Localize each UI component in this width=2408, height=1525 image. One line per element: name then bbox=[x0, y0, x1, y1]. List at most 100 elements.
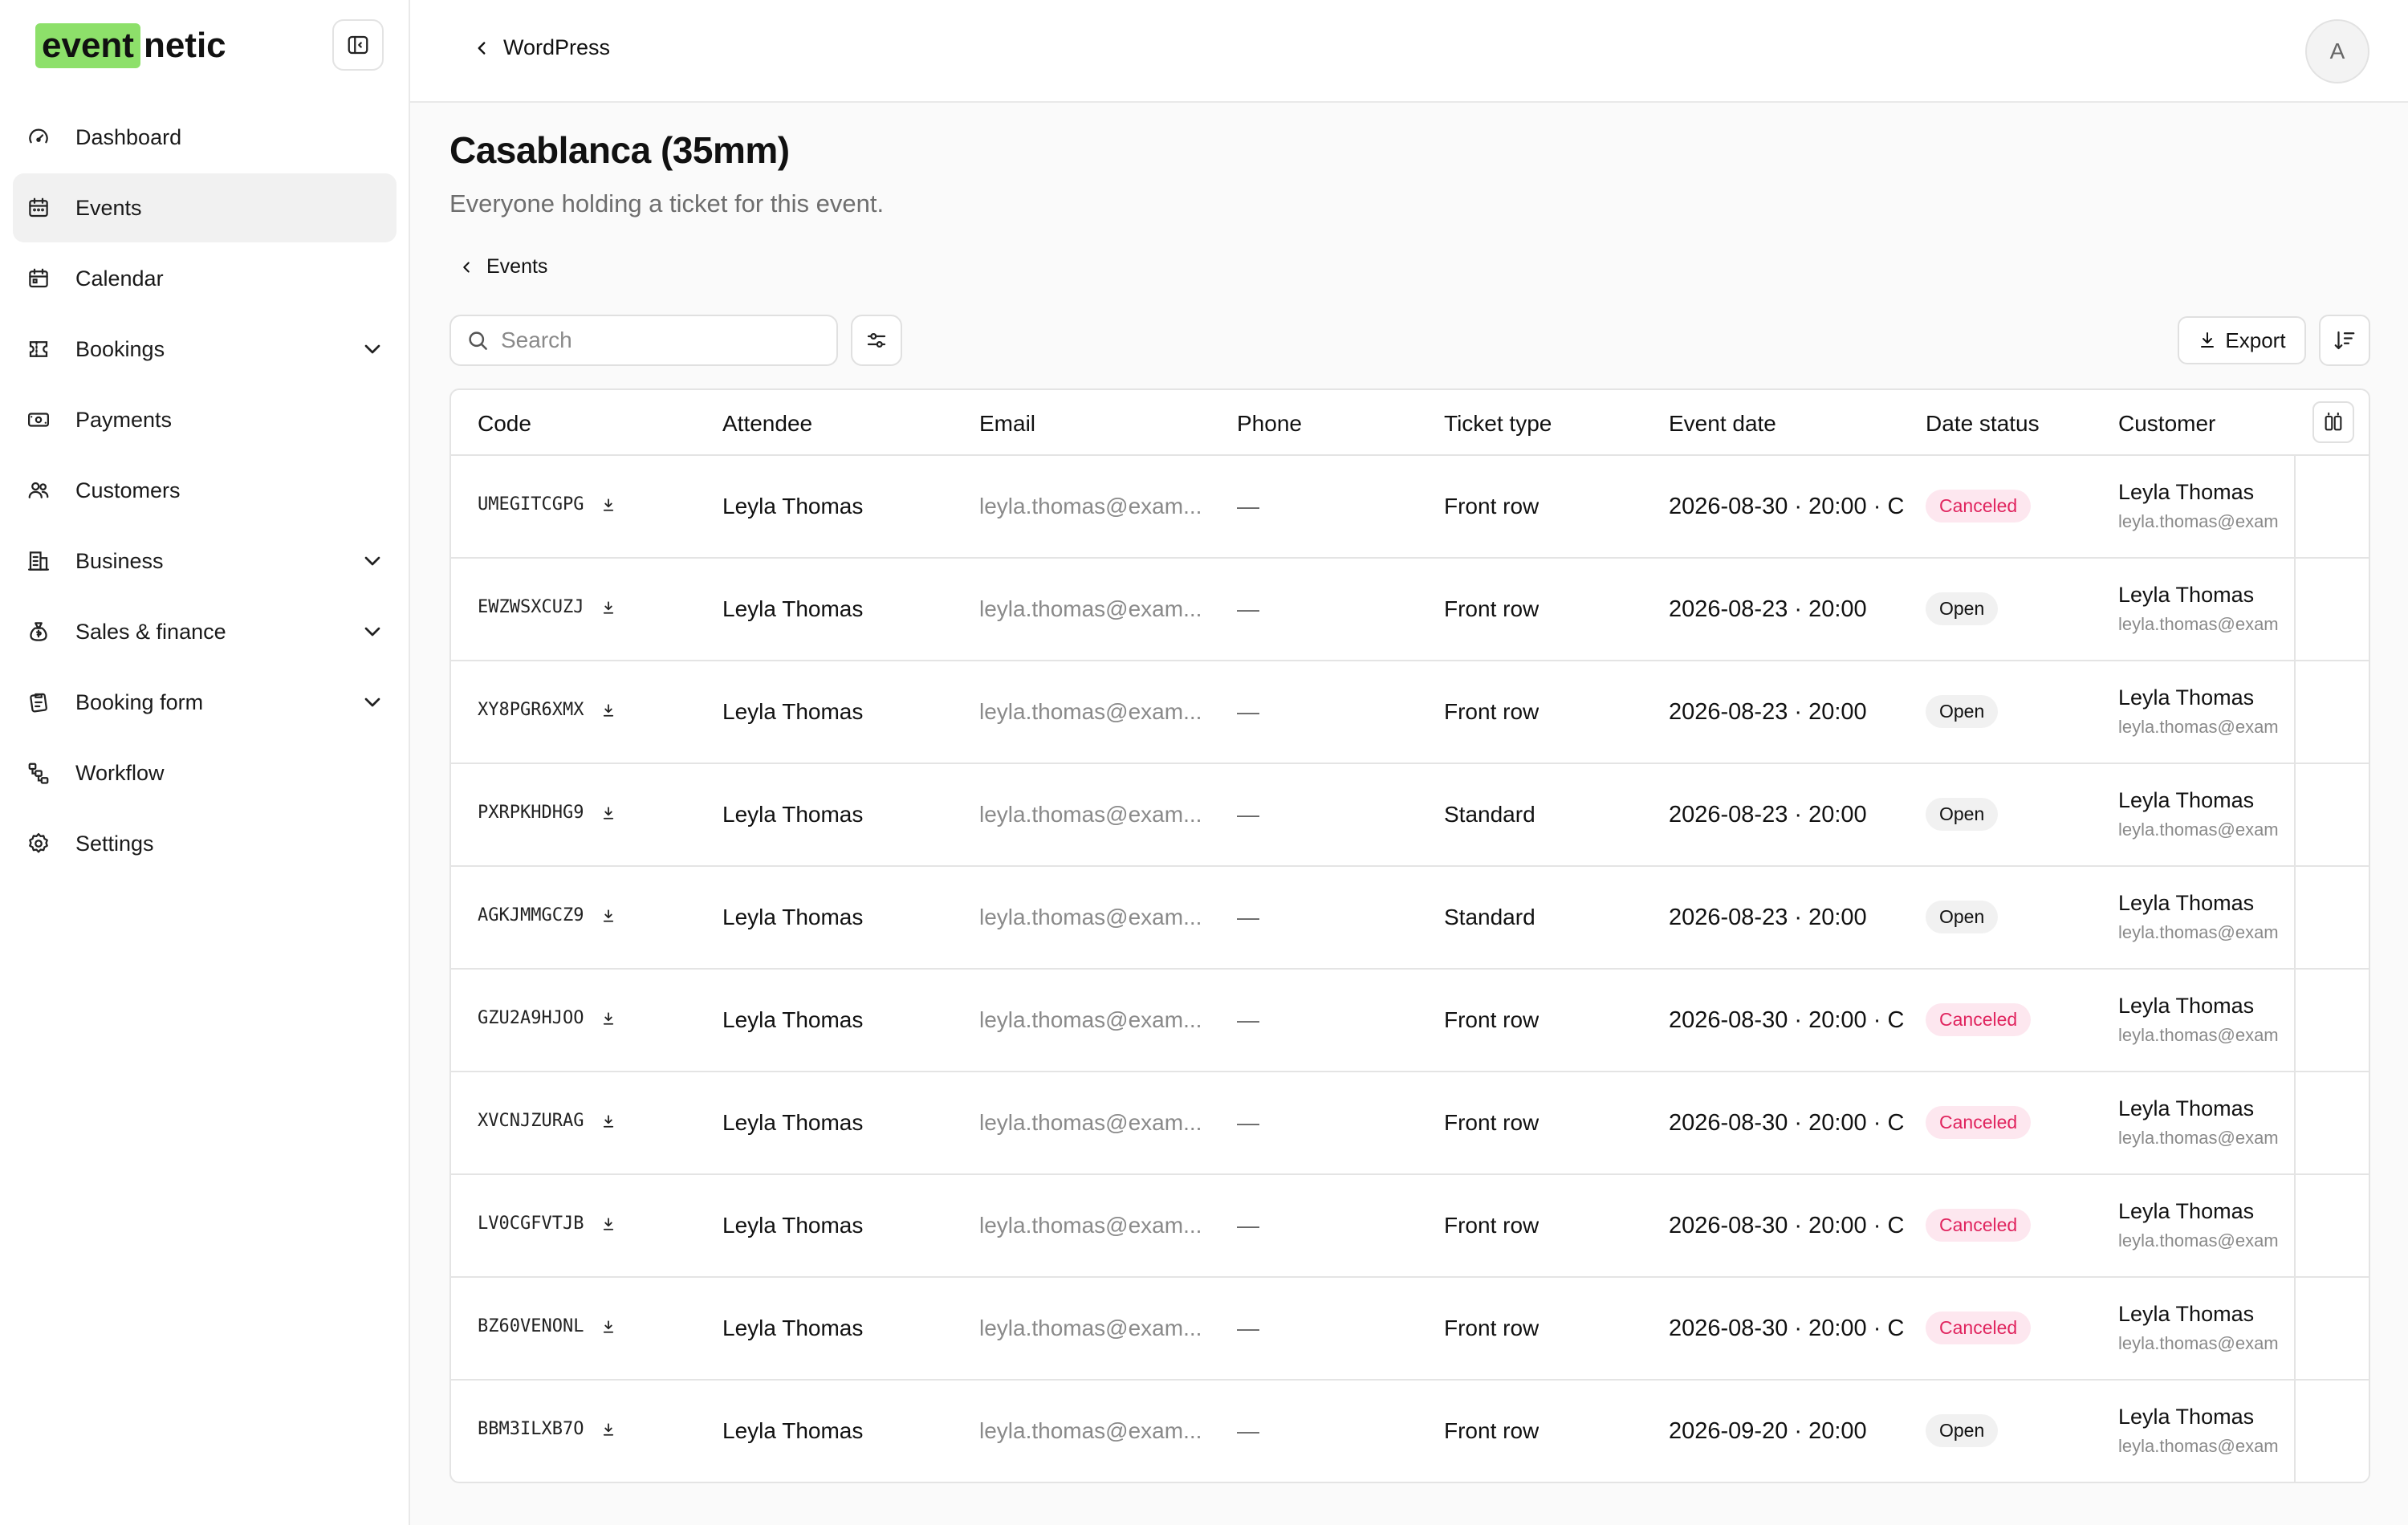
sidebar: event netic Dashboard Events Calendar Bo… bbox=[0, 0, 410, 1525]
logo-highlight: event bbox=[35, 23, 140, 68]
table-row[interactable]: BZ60VENONL Leyla Thomas leyla.thomas@exam.… bbox=[451, 1278, 2369, 1381]
table-row[interactable]: AGKJMMGCZ9 Leyla Thomas leyla.thomas@exam.… bbox=[451, 867, 2369, 970]
gear-icon bbox=[26, 831, 51, 856]
chevron-left-icon bbox=[478, 41, 486, 55]
table-row[interactable]: BBM3ILXB7O Leyla Thomas leyla.thomas@exam.… bbox=[451, 1381, 2369, 1482]
sidebar-item-workflow[interactable]: Workflow bbox=[13, 738, 397, 807]
table-row[interactable]: GZU2A9HJOO Leyla Thomas leyla.thomas@exam.… bbox=[451, 970, 2369, 1072]
table-row[interactable]: EWZWSXCUZJ Leyla Thomas leyla.thomas@exam.… bbox=[451, 559, 2369, 661]
table-row[interactable]: UMEGITCGPG Leyla Thomas leyla.thomas@exam.… bbox=[451, 456, 2369, 559]
chevron-down-icon[interactable] bbox=[360, 689, 385, 715]
download-ticket-icon[interactable] bbox=[601, 702, 616, 719]
event-date: 2026-08-30 · 20:00 · C bbox=[1669, 1316, 1905, 1341]
column-header-event-date[interactable]: Event date bbox=[1669, 411, 1776, 437]
download-ticket-icon[interactable] bbox=[601, 1215, 616, 1233]
customer-cell[interactable]: Leyla Thomas leyla.thomas@exam bbox=[2118, 583, 2294, 635]
column-header-ticket-type[interactable]: Ticket type bbox=[1444, 411, 1552, 437]
sidebar-item-customers[interactable]: Customers bbox=[13, 456, 397, 525]
search-box[interactable] bbox=[449, 315, 838, 366]
attendee-phone: — bbox=[1237, 699, 1259, 724]
sidebar-item-sales-finance[interactable]: Sales & finance bbox=[13, 597, 397, 666]
customer-cell[interactable]: Leyla Thomas leyla.thomas@exam bbox=[2118, 1302, 2294, 1354]
customer-email: leyla.thomas@exam bbox=[2118, 1333, 2279, 1353]
download-ticket-icon[interactable] bbox=[601, 599, 616, 616]
table-row[interactable]: PXRPKHDHG9 Leyla Thomas leyla.thomas@exam.… bbox=[451, 764, 2369, 867]
sidebar-item-events[interactable]: Events bbox=[13, 173, 397, 242]
chevron-down-icon[interactable] bbox=[360, 548, 385, 574]
download-ticket-icon[interactable] bbox=[601, 1112, 616, 1130]
customer-cell[interactable]: Leyla Thomas leyla.thomas@exam bbox=[2118, 480, 2294, 532]
column-header-email[interactable]: Email bbox=[979, 411, 1035, 437]
back-link-label: WordPress bbox=[503, 35, 611, 59]
ticket-code: LV0CGFVTJB bbox=[478, 1214, 584, 1234]
ticket-icon bbox=[26, 336, 51, 362]
avatar[interactable]: A bbox=[2305, 19, 2369, 83]
sidebar-item-booking-form[interactable]: Booking form bbox=[13, 668, 397, 737]
ticket-code: EWZWSXCUZJ bbox=[478, 597, 584, 617]
filter-button[interactable] bbox=[851, 315, 902, 366]
date-status-cell: Open bbox=[1926, 592, 1999, 625]
status-badge: Open bbox=[1926, 695, 1999, 728]
customer-cell[interactable]: Leyla Thomas leyla.thomas@exam bbox=[2118, 685, 2294, 738]
ticket-type: Front row bbox=[1444, 1213, 1540, 1238]
sidebar-item-dashboard[interactable]: Dashboard bbox=[13, 103, 397, 172]
gauge-icon bbox=[26, 124, 51, 150]
status-badge: Open bbox=[1926, 592, 1999, 625]
customer-cell[interactable]: Leyla Thomas leyla.thomas@exam bbox=[2118, 1199, 2294, 1251]
chevron-down-icon[interactable] bbox=[360, 619, 385, 645]
customer-cell[interactable]: Leyla Thomas leyla.thomas@exam bbox=[2118, 1096, 2294, 1149]
banknote-icon bbox=[26, 407, 51, 433]
download-ticket-icon[interactable] bbox=[601, 1318, 616, 1336]
download-ticket-icon[interactable] bbox=[601, 804, 616, 822]
attendee-phone: — bbox=[1237, 1110, 1259, 1135]
download-ticket-icon[interactable] bbox=[601, 907, 616, 925]
attendee-name: Leyla Thomas bbox=[722, 905, 864, 929]
customer-email: leyla.thomas@exam bbox=[2118, 511, 2279, 531]
table-row[interactable]: XVCNJZURAG Leyla Thomas leyla.thomas@exam.… bbox=[451, 1072, 2369, 1175]
sidebar-item-label: Calendar bbox=[75, 266, 164, 291]
status-badge: Canceled bbox=[1926, 1209, 2032, 1242]
column-header-date-status[interactable]: Date status bbox=[1926, 411, 2040, 437]
ticket-code: XVCNJZURAG bbox=[478, 1111, 584, 1131]
attendee-email: leyla.thomas@exam... bbox=[979, 802, 1202, 827]
column-header-phone[interactable]: Phone bbox=[1237, 411, 1302, 437]
sidebar-item-payments[interactable]: Payments bbox=[13, 385, 397, 454]
table-row[interactable]: LV0CGFVTJB Leyla Thomas leyla.thomas@exam.… bbox=[451, 1175, 2369, 1278]
customer-cell[interactable]: Leyla Thomas leyla.thomas@exam bbox=[2118, 788, 2294, 840]
customer-cell[interactable]: Leyla Thomas leyla.thomas@exam bbox=[2118, 1405, 2294, 1457]
download-ticket-icon[interactable] bbox=[601, 1010, 616, 1027]
app-logo[interactable]: event netic bbox=[35, 22, 226, 69]
attendee-email: leyla.thomas@exam... bbox=[979, 494, 1202, 518]
ticket-code: GZU2A9HJOO bbox=[478, 1008, 584, 1028]
table-row[interactable]: XY8PGR6XMX Leyla Thomas leyla.thomas@exam.… bbox=[451, 661, 2369, 764]
panel-left-icon bbox=[348, 35, 368, 55]
sidebar-toggle-button[interactable] bbox=[332, 19, 384, 71]
back-to-wordpress-link[interactable]: WordPress bbox=[471, 35, 610, 60]
sidebar-item-settings[interactable]: Settings bbox=[13, 809, 397, 878]
date-status-cell: Canceled bbox=[1926, 1209, 2032, 1242]
sidebar-item-business[interactable]: Business bbox=[13, 527, 397, 596]
breadcrumb-label: Events bbox=[486, 255, 548, 278]
ticket-type: Front row bbox=[1444, 1007, 1540, 1032]
sidebar-item-bookings[interactable]: Bookings bbox=[13, 315, 397, 384]
column-header-attendee[interactable]: Attendee bbox=[722, 411, 812, 437]
sidebar-item-calendar[interactable]: Calendar bbox=[13, 244, 397, 313]
date-status-cell: Open bbox=[1926, 798, 1999, 831]
ticket-code: UMEGITCGPG bbox=[478, 494, 584, 514]
column-header-customer[interactable]: Customer bbox=[2118, 411, 2215, 437]
download-ticket-icon[interactable] bbox=[601, 496, 616, 514]
column-header-code[interactable]: Code bbox=[478, 411, 531, 437]
download-ticket-icon[interactable] bbox=[601, 1421, 616, 1438]
customer-cell[interactable]: Leyla Thomas leyla.thomas@exam bbox=[2118, 994, 2294, 1046]
search-input[interactable] bbox=[501, 327, 822, 353]
customer-cell[interactable]: Leyla Thomas leyla.thomas@exam bbox=[2118, 891, 2294, 943]
ticket-code: BZ60VENONL bbox=[478, 1316, 584, 1336]
chevron-down-icon[interactable] bbox=[360, 336, 385, 362]
sort-button[interactable] bbox=[2319, 315, 2370, 366]
chevron-left-icon bbox=[463, 261, 470, 273]
event-date: 2026-08-23 · 20:00 bbox=[1669, 905, 1867, 930]
export-button[interactable]: Export bbox=[2178, 316, 2306, 364]
breadcrumb[interactable]: Events bbox=[458, 255, 547, 279]
money-bag-icon bbox=[26, 619, 51, 645]
column-settings-button[interactable] bbox=[2312, 401, 2354, 443]
